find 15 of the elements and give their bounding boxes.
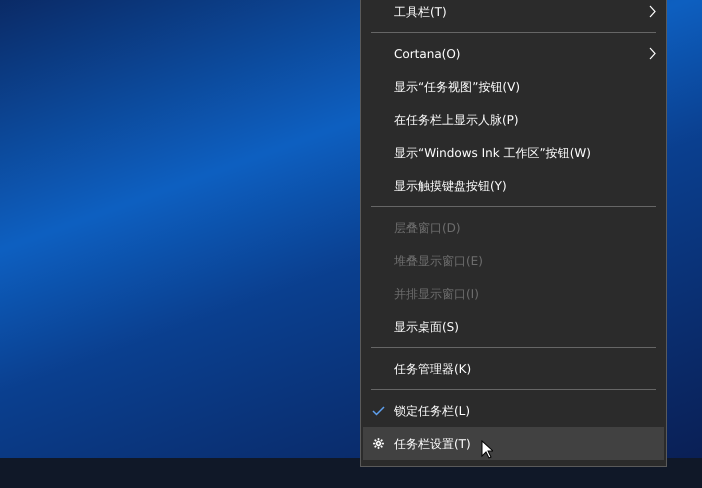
menu-item[interactable]: 在任务栏上显示人脉(P) bbox=[363, 103, 664, 136]
settings-icon bbox=[372, 437, 385, 450]
checkmark-icon bbox=[372, 406, 385, 416]
menu-item[interactable]: 显示桌面(S) bbox=[363, 310, 664, 343]
menu-item[interactable]: 显示触摸键盘按钮(Y) bbox=[363, 169, 664, 202]
menu-item[interactable]: 任务栏设置(T) bbox=[363, 427, 664, 460]
menu-item[interactable]: 工具栏(T) bbox=[363, 0, 664, 28]
menu-item[interactable]: Cortana(O) bbox=[363, 37, 664, 70]
chevron-right-icon bbox=[649, 47, 656, 60]
chevron-right-icon bbox=[649, 5, 656, 18]
menu-item[interactable]: 显示“任务视图”按钮(V) bbox=[363, 70, 664, 103]
mouse-cursor-icon bbox=[481, 440, 493, 459]
menu-item[interactable]: 任务管理器(K) bbox=[363, 352, 664, 385]
menu-item[interactable]: 锁定任务栏(L) bbox=[363, 394, 664, 427]
menu-item[interactable]: 显示“Windows Ink 工作区”按钮(W) bbox=[363, 136, 664, 169]
